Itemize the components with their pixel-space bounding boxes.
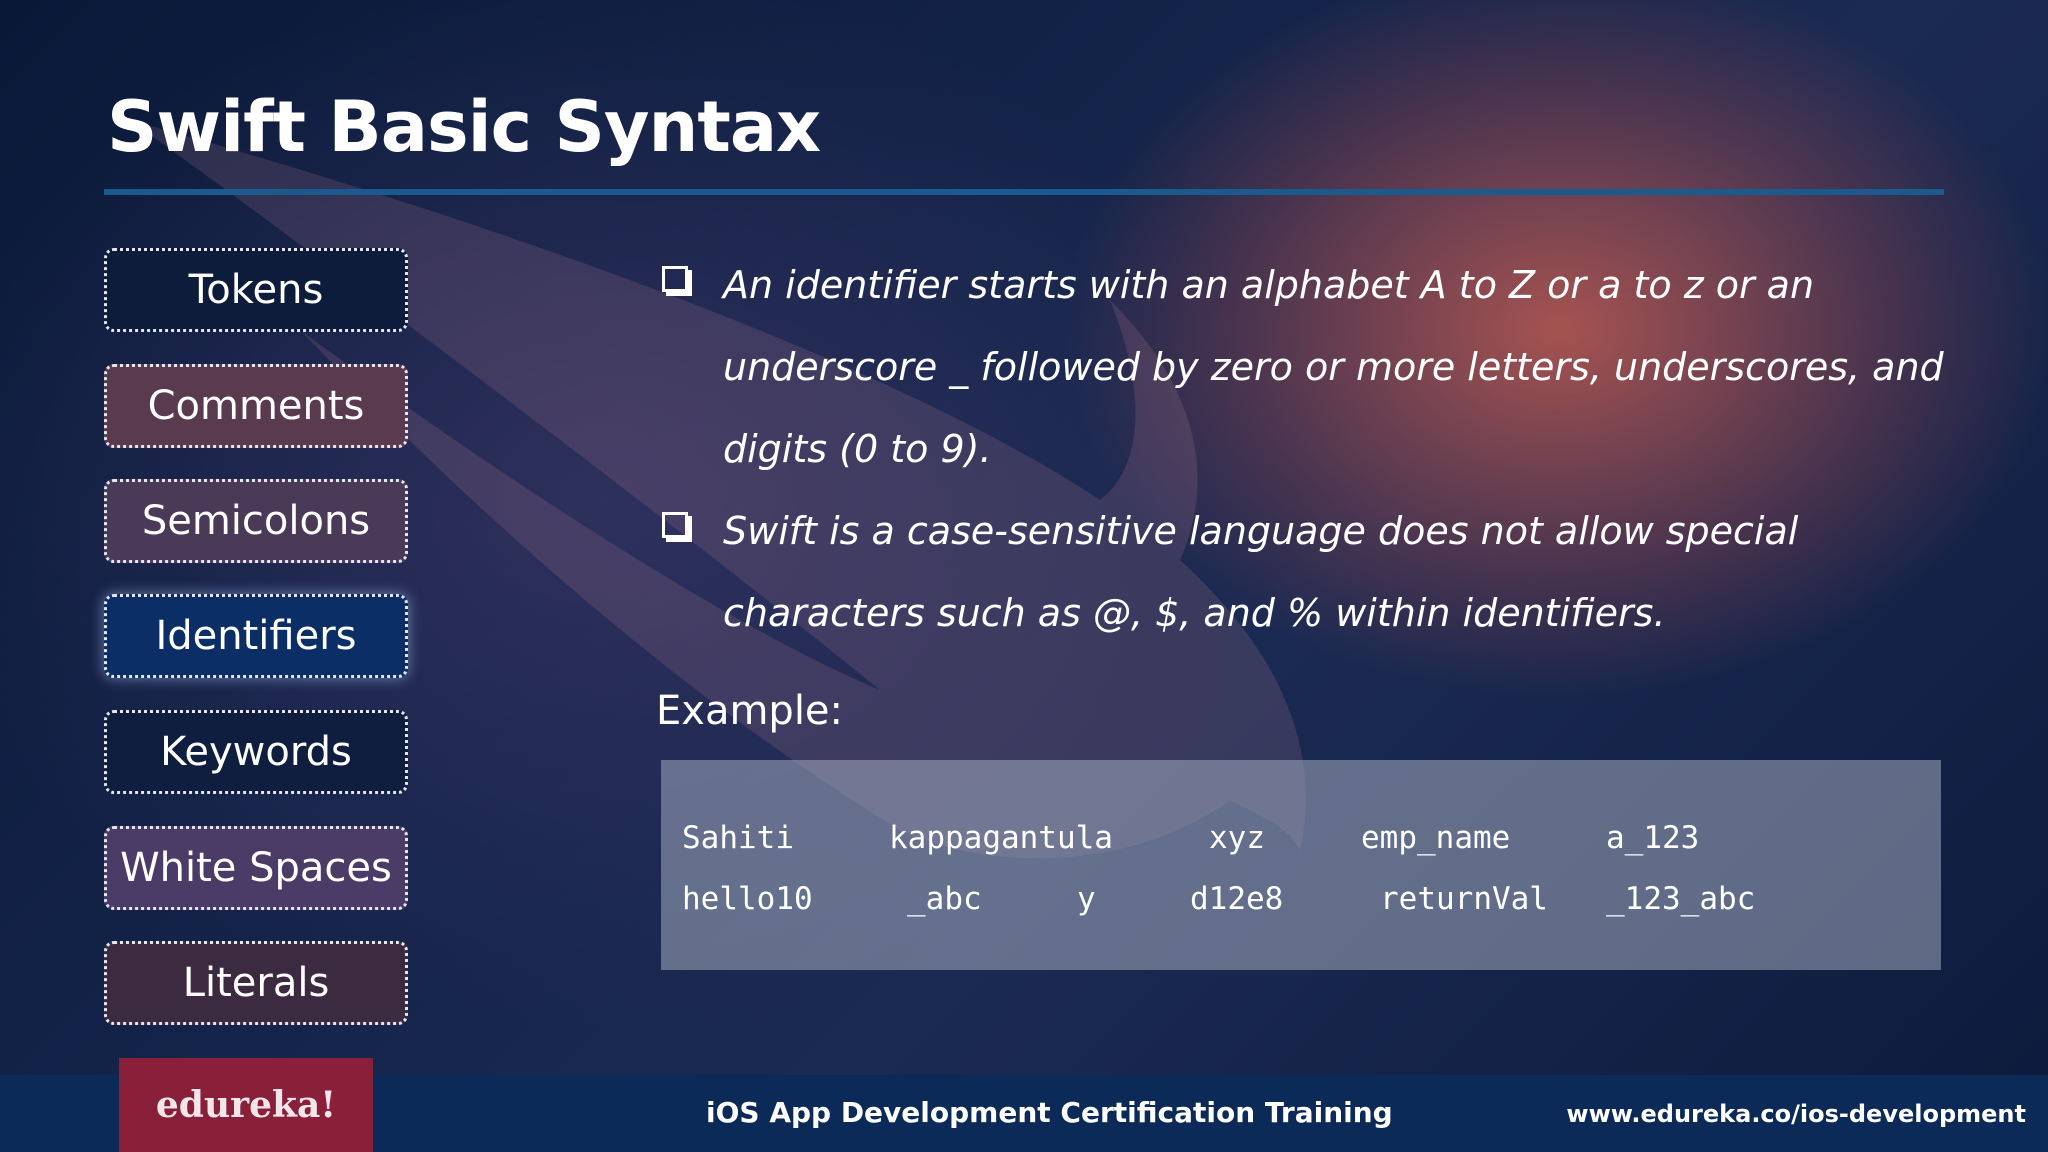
example-identifier: xyz bbox=[1209, 820, 1265, 856]
example-identifier: d12e8 bbox=[1190, 881, 1284, 917]
footer-url: www.edureka.co/ios-development bbox=[1566, 1100, 2026, 1128]
nav-item-literals[interactable]: Literals bbox=[104, 941, 408, 1025]
course-title: iOS App Development Certification Traini… bbox=[706, 1096, 1393, 1129]
example-label: Example: bbox=[656, 688, 844, 734]
nav-item-label: Semicolons bbox=[141, 498, 371, 544]
example-row: hello10 _abc y d12e8 returnVal _123_abc bbox=[661, 881, 1941, 931]
nav-item-identifiers-active[interactable]: Identifiers bbox=[104, 594, 408, 678]
nav-item-label: White Spaces bbox=[120, 845, 392, 891]
nav-item-keywords[interactable]: Keywords bbox=[104, 710, 408, 794]
slide: Swift Basic Syntax Tokens Comments Semic… bbox=[0, 0, 2048, 1152]
example-identifier: _123_abc bbox=[1606, 881, 1756, 917]
example-identifier: y bbox=[1077, 881, 1096, 917]
example-identifier: kappagantula bbox=[889, 820, 1113, 856]
slide-title: Swift Basic Syntax bbox=[107, 86, 821, 168]
checkbox-bullet-icon bbox=[662, 266, 688, 292]
nav-item-label: Comments bbox=[147, 383, 365, 429]
bullet-text: An identifier starts with an alphabet A … bbox=[723, 263, 1944, 471]
bullet-case-sensitive: Swift is a case-sensitive language does … bbox=[660, 490, 1960, 654]
nav-item-label: Literals bbox=[182, 960, 330, 1006]
example-identifier: a_123 bbox=[1606, 820, 1700, 856]
example-identifier: hello10 bbox=[682, 881, 813, 917]
nav-item-label: Keywords bbox=[160, 729, 352, 775]
nav-item-label: Identifiers bbox=[155, 613, 357, 659]
checkbox-bullet-icon bbox=[662, 512, 688, 538]
nav-item-semicolons[interactable]: Semicolons bbox=[104, 479, 408, 563]
example-code-box: Sahiti kappagantula xyz emp_name a_123 h… bbox=[661, 760, 1941, 970]
title-divider bbox=[104, 189, 1944, 195]
bullet-list: An identifier starts with an alphabet A … bbox=[660, 244, 1960, 654]
example-identifier: returnVal bbox=[1380, 881, 1548, 917]
nav-item-tokens[interactable]: Tokens bbox=[104, 248, 408, 332]
nav-item-label: Tokens bbox=[188, 267, 324, 313]
example-identifier: _abc bbox=[907, 881, 982, 917]
example-identifier: emp_name bbox=[1361, 820, 1511, 856]
bullet-text: Swift is a case-sensitive language does … bbox=[723, 509, 1799, 635]
edureka-logo: edureka! bbox=[119, 1058, 373, 1152]
nav-item-white-spaces[interactable]: White Spaces bbox=[104, 826, 408, 910]
bullet-identifier-rule: An identifier starts with an alphabet A … bbox=[660, 244, 1960, 490]
example-row: Sahiti kappagantula xyz emp_name a_123 bbox=[661, 820, 1941, 870]
example-identifier: Sahiti bbox=[682, 820, 794, 856]
nav-item-comments[interactable]: Comments bbox=[104, 364, 408, 448]
